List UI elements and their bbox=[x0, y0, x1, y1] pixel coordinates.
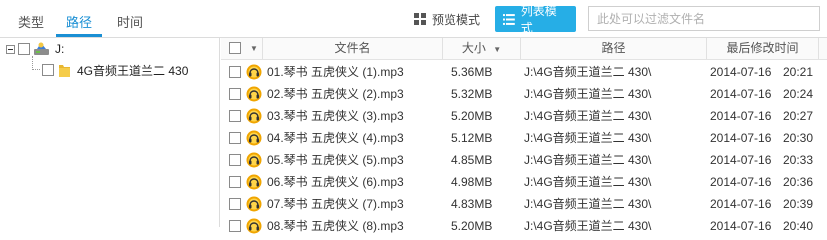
tree-checkbox-root[interactable] bbox=[18, 43, 30, 55]
table-row[interactable]: 05.琴书 五虎侠义 (5).mp3 4.85MB J:\4G音频王道兰二 430\… bbox=[221, 149, 827, 171]
file-time: 20:40 bbox=[783, 219, 814, 233]
filter-input[interactable] bbox=[588, 6, 820, 31]
list-icon bbox=[503, 13, 515, 25]
row-checkbox[interactable] bbox=[229, 66, 241, 78]
table-row[interactable]: 08.琴书 五虎侠义 (8).mp3 5.20MB J:\4G音频王道兰二 430\… bbox=[221, 215, 827, 237]
column-size-label: 大小 bbox=[461, 41, 486, 55]
file-name: 04.琴书 五虎侠义 (4).mp3 bbox=[267, 131, 404, 145]
tab-time[interactable]: 时间 bbox=[117, 12, 143, 31]
tree-connector bbox=[32, 56, 33, 70]
table-row[interactable]: 04.琴书 五虎侠义 (4).mp3 5.12MB J:\4G音频王道兰二 430\… bbox=[221, 127, 827, 149]
file-path: J:\4G音频王道兰二 430\ bbox=[524, 87, 652, 101]
file-path: J:\4G音频王道兰二 430\ bbox=[524, 197, 652, 211]
file-time: 20:30 bbox=[783, 131, 814, 145]
file-name: 03.琴书 五虎侠义 (3).mp3 bbox=[267, 109, 404, 123]
file-name: 05.琴书 五虎侠义 (5).mp3 bbox=[267, 153, 404, 167]
file-path: J:\4G音频王道兰二 430\ bbox=[524, 175, 652, 189]
preview-mode-label: 预览模式 bbox=[432, 12, 481, 27]
file-list: ▼ 文件名 大小 ▼ 路径 最后修改时间 01.琴书 五虎侠义 (1).mp3 5… bbox=[221, 38, 827, 234]
table-row[interactable]: 06.琴书 五虎侠义 (6).mp3 4.98MB J:\4G音频王道兰二 430\… bbox=[221, 171, 827, 193]
file-time: 20:33 bbox=[783, 153, 814, 167]
file-time: 20:36 bbox=[783, 175, 814, 189]
file-time: 20:27 bbox=[783, 109, 814, 123]
file-size: 5.20MB bbox=[451, 219, 493, 233]
mp3-file-icon bbox=[246, 152, 262, 168]
chevron-down-icon[interactable]: ▼ bbox=[250, 38, 258, 59]
file-size: 5.36MB bbox=[451, 65, 493, 79]
file-size: 4.85MB bbox=[451, 153, 493, 167]
file-time: 20:21 bbox=[783, 65, 814, 79]
file-date: 2014-07-16 bbox=[710, 65, 772, 79]
file-path: J:\4G音频王道兰二 430\ bbox=[524, 153, 652, 167]
file-name: 02.琴书 五虎侠义 (2).mp3 bbox=[267, 87, 404, 101]
list-mode-label: 列表模式 bbox=[520, 4, 557, 35]
file-date: 2014-07-16 bbox=[710, 219, 772, 233]
file-size: 5.12MB bbox=[451, 131, 493, 145]
file-path: J:\4G音频王道兰二 430\ bbox=[524, 65, 652, 79]
file-path: J:\4G音频王道兰二 430\ bbox=[524, 131, 652, 145]
table-row[interactable]: 07.琴书 五虎侠义 (7).mp3 4.83MB J:\4G音频王道兰二 430\… bbox=[221, 193, 827, 215]
list-header: ▼ 文件名 大小 ▼ 路径 最后修改时间 bbox=[221, 38, 827, 60]
file-time: 20:24 bbox=[783, 87, 814, 101]
file-name: 07.琴书 五虎侠义 (7).mp3 bbox=[267, 197, 404, 211]
tab-path[interactable]: 路径 bbox=[66, 12, 92, 31]
sort-desc-icon: ▼ bbox=[493, 45, 502, 54]
list-mode-button[interactable]: 列表模式 bbox=[495, 4, 576, 35]
select-all-column[interactable]: ▼ bbox=[221, 38, 263, 59]
tree-node-root[interactable]: J: bbox=[6, 39, 64, 59]
file-date: 2014-07-16 bbox=[710, 175, 772, 189]
file-size: 4.98MB bbox=[451, 175, 493, 189]
file-name: 08.琴书 五虎侠义 (8).mp3 bbox=[267, 219, 404, 233]
select-all-checkbox[interactable] bbox=[229, 42, 241, 54]
folder-tree: J: 4G音频王道兰二 430 bbox=[0, 38, 220, 227]
row-checkbox[interactable] bbox=[229, 220, 241, 232]
row-checkbox[interactable] bbox=[229, 88, 241, 100]
folder-icon bbox=[59, 64, 70, 77]
file-date: 2014-07-16 bbox=[710, 109, 772, 123]
file-path: J:\4G音频王道兰二 430\ bbox=[524, 219, 652, 233]
collapse-toggle[interactable] bbox=[6, 44, 15, 54]
file-date: 2014-07-16 bbox=[710, 197, 772, 211]
file-size: 4.83MB bbox=[451, 197, 493, 211]
grid-icon bbox=[414, 13, 426, 25]
file-path: J:\4G音频王道兰二 430\ bbox=[524, 109, 652, 123]
file-name: 06.琴书 五虎侠义 (6).mp3 bbox=[267, 175, 404, 189]
table-row[interactable]: 01.琴书 五虎侠义 (1).mp3 5.36MB J:\4G音频王道兰二 430\… bbox=[221, 61, 827, 83]
row-checkbox[interactable] bbox=[229, 154, 241, 166]
top-toolbar: 类型 路径 时间 预览模式 列表模式 bbox=[0, 0, 827, 38]
preview-mode-button[interactable]: 预览模式 bbox=[406, 6, 490, 32]
drive-icon bbox=[34, 42, 49, 55]
tree-connector bbox=[32, 69, 40, 70]
table-row[interactable]: 02.琴书 五虎侠义 (2).mp3 5.32MB J:\4G音频王道兰二 430\… bbox=[221, 83, 827, 105]
row-checkbox[interactable] bbox=[229, 110, 241, 122]
file-date: 2014-07-16 bbox=[710, 131, 772, 145]
tree-node-folder[interactable]: 4G音频王道兰二 430 bbox=[42, 60, 188, 80]
file-size: 5.32MB bbox=[451, 87, 493, 101]
mp3-file-icon bbox=[246, 130, 262, 146]
file-time: 20:39 bbox=[783, 197, 814, 211]
table-row[interactable]: 03.琴书 五虎侠义 (3).mp3 5.20MB J:\4G音频王道兰二 430\… bbox=[221, 105, 827, 127]
file-date: 2014-07-16 bbox=[710, 153, 772, 167]
file-date: 2014-07-16 bbox=[710, 87, 772, 101]
column-header-modified[interactable]: 最后修改时间 bbox=[707, 38, 819, 59]
mp3-file-icon bbox=[246, 64, 262, 80]
row-checkbox[interactable] bbox=[229, 198, 241, 210]
column-header-size[interactable]: 大小 ▼ bbox=[443, 38, 521, 59]
mp3-file-icon bbox=[246, 108, 262, 124]
mp3-file-icon bbox=[246, 86, 262, 102]
mp3-file-icon bbox=[246, 218, 262, 234]
active-tab-indicator bbox=[56, 34, 102, 37]
column-header-name[interactable]: 文件名 bbox=[263, 38, 443, 59]
tree-folder-label: 4G音频王道兰二 430 bbox=[77, 63, 189, 78]
tree-checkbox-folder[interactable] bbox=[42, 64, 54, 76]
row-checkbox[interactable] bbox=[229, 132, 241, 144]
tab-type[interactable]: 类型 bbox=[18, 12, 44, 31]
mp3-file-icon bbox=[246, 196, 262, 212]
tree-root-label: J: bbox=[55, 42, 65, 56]
mp3-file-icon bbox=[246, 174, 262, 190]
column-header-path[interactable]: 路径 bbox=[521, 38, 707, 59]
file-size: 5.20MB bbox=[451, 109, 493, 123]
row-checkbox[interactable] bbox=[229, 176, 241, 188]
file-name: 01.琴书 五虎侠义 (1).mp3 bbox=[267, 65, 404, 79]
